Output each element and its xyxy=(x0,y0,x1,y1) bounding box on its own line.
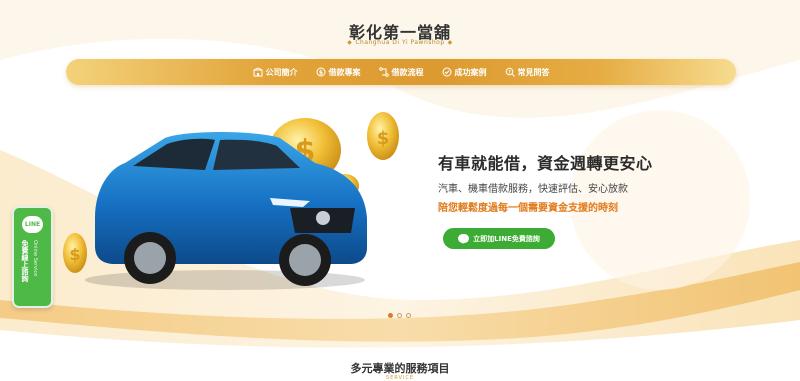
svg-text:$: $ xyxy=(377,128,390,149)
hero-highlight: 陪您輕鬆度過每一個需要資金支援的時刻 xyxy=(438,203,618,214)
carousel-dots xyxy=(388,313,411,318)
hero-car-image: $ $ $ $ xyxy=(63,112,399,290)
hero-description: 汽車、機車借款服務，快速評估、安心放款 xyxy=(438,184,628,195)
carousel-dot-1[interactable] xyxy=(388,313,393,318)
diamond-icon: ◆ xyxy=(347,39,353,46)
search-question-icon: ? xyxy=(505,67,515,77)
nav-item-faq[interactable]: ? 常見問答 xyxy=(505,67,550,78)
diamond-icon: ◆ xyxy=(447,39,453,46)
nav-item-success-cases[interactable]: 成功案例 xyxy=(442,67,487,78)
dollar-coin-icon: $ xyxy=(316,67,325,77)
section-title: 多元專業的服務項目 xyxy=(350,362,450,375)
side-tab-label-en: Online Service xyxy=(32,240,38,277)
building-icon xyxy=(253,67,262,77)
carousel-dot-3[interactable] xyxy=(406,313,411,318)
svg-text:?: ? xyxy=(508,69,511,75)
svg-text:$: $ xyxy=(69,245,80,264)
nav-item-about[interactable]: 公司簡介 xyxy=(253,67,298,78)
main-nav: 公司簡介 $ 借款專案 借款流程 成功案例 ? 常見問答 xyxy=(66,59,736,85)
flow-icon xyxy=(378,67,389,77)
add-line-button[interactable]: 立即加LINE免費諮詢 xyxy=(443,228,555,249)
side-tab-label: 免費線上諮詢 xyxy=(21,240,29,282)
carousel-dot-2[interactable] xyxy=(397,313,402,318)
check-circle-icon xyxy=(442,67,451,77)
nav-item-loan-projects[interactable]: $ 借款專案 xyxy=(316,67,361,78)
line-logo-icon: LINE xyxy=(22,216,43,233)
line-chat-icon xyxy=(458,234,470,244)
brand-subtitle: ◆ Changhua Di Yi Pawnshop ◆ xyxy=(347,39,453,46)
svg-text:$: $ xyxy=(318,70,322,77)
section-subtitle: SERVICE xyxy=(385,375,415,381)
nav-item-loan-process[interactable]: 借款流程 xyxy=(378,67,424,78)
hero-title: 有車就能借，資金週轉更安心 xyxy=(438,154,653,173)
line-side-tab[interactable]: LINE 免費線上諮詢 Online Service xyxy=(12,206,53,308)
